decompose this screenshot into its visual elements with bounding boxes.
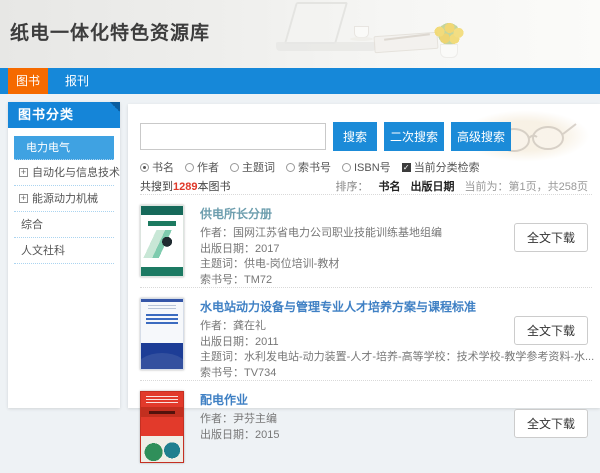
results-summary: 共搜到1289本图书	[140, 178, 230, 194]
advanced-search-button[interactable]: 高级搜索	[451, 122, 511, 151]
expand-plus-icon[interactable]	[19, 168, 28, 177]
site-title: 纸电一体化特色资源库	[10, 18, 210, 45]
book-title-link[interactable]: 配电作业	[200, 391, 248, 408]
expand-plus-icon[interactable]	[19, 194, 28, 203]
option-title[interactable]: 书名	[140, 159, 174, 175]
search-input[interactable]	[140, 123, 326, 150]
tab-books[interactable]: 图书	[8, 68, 48, 94]
category-sidebar: 图书分类 电力电气 自动化与信息技术 能源动力机械 综合 人文社科	[8, 102, 120, 408]
download-fulltext-button[interactable]: 全文下载	[514, 223, 588, 252]
checkbox-checked-icon[interactable]	[402, 163, 411, 172]
search-button[interactable]: 搜索	[333, 122, 377, 151]
vase-photo	[440, 44, 458, 58]
content-panel: 搜索 二次搜索 高级搜索 书名 作者 主题词 索书号 ISBN号 当前分类检索 …	[128, 104, 600, 408]
sidebar-title: 图书分类	[8, 102, 120, 128]
book-date: 出版日期：2015	[200, 428, 279, 444]
sort-label: 排序：	[336, 178, 369, 194]
sidebar-item-electric-power[interactable]: 电力电气	[14, 136, 114, 160]
radio-icon[interactable]	[286, 163, 295, 172]
radio-icon[interactable]	[230, 163, 239, 172]
book-author: 作者：尹芬主编	[200, 412, 279, 428]
saucer-photo	[350, 37, 373, 41]
book-callno: 索书号：TV734	[200, 366, 592, 382]
book-cover[interactable]	[140, 298, 184, 370]
book-author: 作者：国网江苏省电力公司职业技能训练基地组编	[200, 226, 442, 242]
book-cover[interactable]	[140, 205, 184, 277]
option-isbn[interactable]: ISBN号	[342, 159, 391, 175]
page-header: 纸电一体化特色资源库	[0, 0, 600, 68]
sort-controls: 排序： 书名 出版日期 当前为：第1页，共258页	[336, 178, 588, 194]
category-list: 电力电气 自动化与信息技术 能源动力机械 综合 人文社科	[8, 128, 120, 264]
main-nav: 图书 报刊	[0, 68, 600, 94]
radio-icon[interactable]	[342, 163, 351, 172]
book-info: 配电作业 作者：尹芬主编 出版日期：2015	[200, 391, 279, 463]
book-cover[interactable]	[140, 391, 184, 463]
download-fulltext-button[interactable]: 全文下载	[514, 316, 588, 345]
book-title-link[interactable]: 水电站动力设备与管理专业人才培养方案与课程标准	[200, 298, 476, 315]
flowers-photo	[432, 22, 466, 46]
book-subject: 主题词：供电-岗位培训-教材	[200, 257, 442, 273]
sidebar-item-automation-it[interactable]: 自动化与信息技术	[14, 160, 114, 186]
book-date: 出版日期：2017	[200, 242, 442, 258]
book-entry: 供电所长分册 作者：国网江苏省电力公司职业技能训练基地组编 出版日期：2017 …	[140, 194, 592, 287]
results-count: 1289	[173, 181, 197, 193]
sidebar-item-comprehensive[interactable]: 综合	[14, 212, 114, 238]
sort-by-date[interactable]: 出版日期	[411, 178, 455, 194]
book-subject: 主题词：水利发电站-动力装置-人才-培养-高等学校：技术学校-教学参考资料-水.…	[200, 350, 592, 366]
book-entry: 水电站动力设备与管理专业人才培养方案与课程标准 作者：龚在礼 出版日期：2011…	[140, 287, 592, 380]
search-bar: 搜索 二次搜索 高级搜索	[140, 122, 511, 151]
option-current-category[interactable]: 当前分类检索	[402, 159, 480, 175]
fold-corner-icon	[110, 102, 120, 112]
results-bar: 共搜到1289本图书 排序： 书名 出版日期 当前为：第1页，共258页	[140, 178, 588, 194]
book-entry: 配电作业 作者：尹芬主编 出版日期：2015 全文下载	[140, 380, 592, 473]
book-callno: 索书号：TM72	[200, 273, 442, 289]
radio-checked-icon[interactable]	[140, 163, 149, 172]
laptop-photo	[284, 2, 348, 44]
sort-by-title[interactable]: 书名	[379, 178, 401, 194]
secondary-search-button[interactable]: 二次搜索	[384, 122, 444, 151]
book-info: 供电所长分册 作者：国网江苏省电力公司职业技能训练基地组编 出版日期：2017 …	[200, 205, 442, 277]
sidebar-item-humanities[interactable]: 人文社科	[14, 238, 114, 264]
book-list: 供电所长分册 作者：国网江苏省电力公司职业技能训练基地组编 出版日期：2017 …	[140, 194, 592, 473]
book-title-link[interactable]: 供电所长分册	[200, 205, 272, 222]
laptop-base-photo	[276, 42, 376, 51]
radio-icon[interactable]	[185, 163, 194, 172]
tab-periodicals[interactable]: 报刊	[48, 68, 106, 94]
download-fulltext-button[interactable]: 全文下载	[514, 409, 588, 438]
sidebar-item-energy-machinery[interactable]: 能源动力机械	[14, 186, 114, 212]
search-field-options: 书名 作者 主题词 索书号 ISBN号 当前分类检索	[140, 159, 480, 175]
option-author[interactable]: 作者	[185, 159, 219, 175]
option-subject[interactable]: 主题词	[230, 159, 275, 175]
page-info: 当前为：第1页，共258页	[465, 178, 588, 194]
option-callno[interactable]: 索书号	[286, 159, 331, 175]
